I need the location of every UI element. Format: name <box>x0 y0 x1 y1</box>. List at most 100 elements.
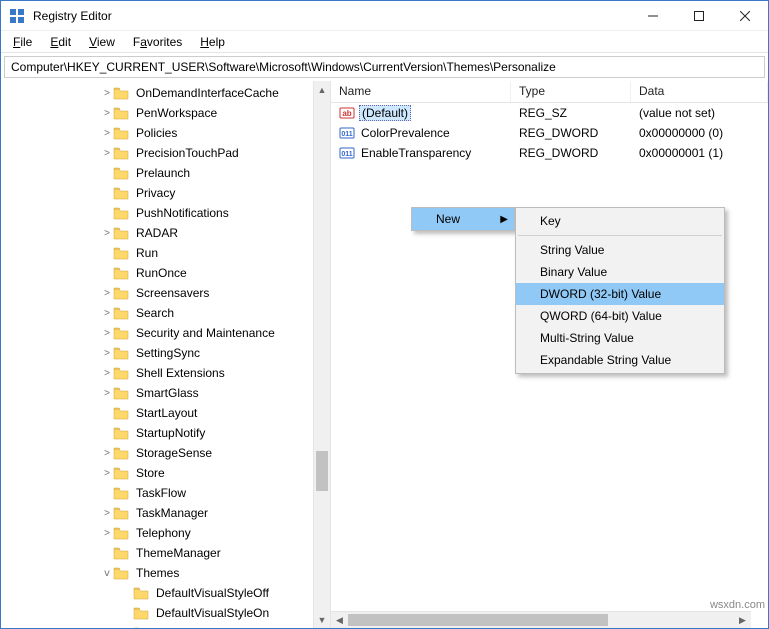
submenu-expandable[interactable]: Expandable String Value <box>516 349 724 371</box>
tree-item-startupnotify[interactable]: StartupNotify <box>1 423 330 443</box>
chevron-right-icon[interactable]: > <box>101 228 113 239</box>
tree-item-privacy[interactable]: Privacy <box>1 183 330 203</box>
menu-view[interactable]: View <box>81 33 123 51</box>
column-header-data[interactable]: Data <box>631 81 768 102</box>
tree-item-label: Screensavers <box>133 286 212 300</box>
tree-item-startlayout[interactable]: StartLayout <box>1 403 330 423</box>
folder-icon <box>113 86 129 100</box>
chevron-right-icon[interactable]: > <box>101 88 113 99</box>
chevron-right-icon[interactable]: > <box>101 128 113 139</box>
menu-file[interactable]: File <box>5 33 40 51</box>
tree-item-pushnotifications[interactable]: PushNotifications <box>1 203 330 223</box>
tree-item-prelaunch[interactable]: Prelaunch <box>1 163 330 183</box>
scroll-up-icon[interactable]: ▲ <box>314 81 330 98</box>
tree-item-search[interactable]: >Search <box>1 303 330 323</box>
chevron-right-icon[interactable]: > <box>101 448 113 459</box>
tree-item-ondemandinterfacecache[interactable]: >OnDemandInterfaceCache <box>1 83 330 103</box>
tree-item-taskmanager[interactable]: > TaskManager <box>1 503 330 523</box>
tree-item-run[interactable]: Run <box>1 243 330 263</box>
menu-favorites[interactable]: Favorites <box>125 33 190 51</box>
tree-item-defaultvisualstyleoff[interactable]: DefaultVisualStyleOff <box>1 583 330 603</box>
scroll-down-icon[interactable]: ▼ <box>314 611 330 628</box>
tree-item-label: StartupNotify <box>133 426 208 440</box>
app-icon <box>9 8 25 24</box>
menubar: File Edit View Favorites Help <box>1 31 768 53</box>
close-button[interactable] <box>722 1 768 31</box>
list-row[interactable]: 011EnableTransparencyREG_DWORD0x00000001… <box>331 143 768 163</box>
tree-item-penworkspace[interactable]: > PenWorkspace <box>1 103 330 123</box>
tree-item-label: SettingSync <box>133 346 203 360</box>
tree-item-screensavers[interactable]: > Screensavers <box>1 283 330 303</box>
list-scrollbar-horizontal[interactable]: ◀ ▶ <box>331 611 751 628</box>
menu-edit[interactable]: Edit <box>42 33 79 51</box>
chevron-right-icon[interactable]: > <box>101 108 113 119</box>
tree-item-radar[interactable]: > RADAR <box>1 223 330 243</box>
submenu-dword-32bit[interactable]: DWORD (32-bit) Value <box>516 283 724 305</box>
tree-item-policies[interactable]: >Policies <box>1 123 330 143</box>
tree-item-label: Run <box>133 246 161 260</box>
chevron-right-icon[interactable]: > <box>101 528 113 539</box>
tree-item-themes[interactable]: ⅴThemes <box>1 563 330 583</box>
submenu-multistring[interactable]: Multi-String Value <box>516 327 724 349</box>
svg-text:011: 011 <box>341 131 352 138</box>
folder-icon <box>113 246 129 260</box>
list-row[interactable]: 011ColorPrevalenceREG_DWORD0x00000000 (0… <box>331 123 768 143</box>
chevron-right-icon[interactable]: > <box>101 388 113 399</box>
maximize-button[interactable] <box>676 1 722 31</box>
chevron-right-icon[interactable]: > <box>101 148 113 159</box>
folder-icon <box>113 186 129 200</box>
folder-icon <box>113 466 129 480</box>
tree-item-security-and-maintenance[interactable]: >Security and Maintenance <box>1 323 330 343</box>
chevron-down-icon[interactable]: ⅴ <box>101 568 113 579</box>
menu-help[interactable]: Help <box>192 33 233 51</box>
tree-item-defaultvisualstyleon[interactable]: DefaultVisualStyleOn <box>1 603 330 623</box>
chevron-right-icon[interactable]: > <box>101 308 113 319</box>
minimize-button[interactable] <box>630 1 676 31</box>
column-header-name[interactable]: Name <box>331 81 511 102</box>
tree-item-storagesense[interactable]: >StorageSense <box>1 443 330 463</box>
tree-item-store[interactable]: >Store <box>1 463 330 483</box>
tree-scrollbar-vertical[interactable]: ▲ ▼ <box>313 81 330 628</box>
tree-item-precisiontouchpad[interactable]: >PrecisionTouchPad <box>1 143 330 163</box>
tree-item-shell-extensions[interactable]: >Shell Extensions <box>1 363 330 383</box>
tree-item-smartglass[interactable]: >SmartGlass <box>1 383 330 403</box>
tree-item-runonce[interactable]: RunOnce <box>1 263 330 283</box>
folder-icon <box>113 266 129 280</box>
chevron-right-icon[interactable]: > <box>101 328 113 339</box>
scroll-right-icon[interactable]: ▶ <box>734 612 751 628</box>
scrollbar-thumb-h[interactable] <box>348 614 608 626</box>
tree-item-label: StartLayout <box>133 406 200 420</box>
folder-icon <box>113 426 129 440</box>
tree-item-taskflow[interactable]: TaskFlow <box>1 483 330 503</box>
folder-icon <box>113 166 129 180</box>
main-area: >OnDemandInterfaceCache>PenWorkspace>Pol… <box>1 81 768 628</box>
address-bar[interactable]: Computer\HKEY_CURRENT_USER\Software\Micr… <box>4 56 765 78</box>
context-menu-new[interactable]: New ▶ <box>412 208 514 230</box>
column-header-type[interactable]: Type <box>511 81 631 102</box>
tree-item-telephony[interactable]: >Telephony <box>1 523 330 543</box>
tree-item-thememanager[interactable]: ThemeManager <box>1 543 330 563</box>
submenu-binary-value[interactable]: Binary Value <box>516 261 724 283</box>
chevron-right-icon[interactable]: > <box>101 508 113 519</box>
chevron-right-icon[interactable]: > <box>101 368 113 379</box>
chevron-right-icon[interactable]: > <box>101 348 113 359</box>
tree-item-label: RADAR <box>133 226 181 240</box>
folder-icon <box>133 626 149 628</box>
tree-item-label: TaskManager <box>133 506 211 520</box>
tree-item-highcontrast[interactable]: HighContrast <box>1 623 330 628</box>
scrollbar-thumb[interactable] <box>316 451 328 491</box>
dword-value-icon: 011 <box>339 145 355 161</box>
scroll-left-icon[interactable]: ◀ <box>331 612 348 628</box>
value-data: 0x00000000 (0) <box>631 126 768 140</box>
tree-item-label: Prelaunch <box>133 166 193 180</box>
chevron-right-icon[interactable]: > <box>101 288 113 299</box>
submenu-qword-64bit[interactable]: QWORD (64-bit) Value <box>516 305 724 327</box>
submenu-string-value[interactable]: String Value <box>516 239 724 261</box>
list-row[interactable]: ab(Default)REG_SZ(value not set) <box>331 103 768 123</box>
submenu-key[interactable]: Key <box>516 210 724 232</box>
chevron-right-icon[interactable]: > <box>101 468 113 479</box>
folder-icon <box>113 526 129 540</box>
tree-item-settingsync[interactable]: > SettingSync <box>1 343 330 363</box>
menu-separator <box>518 235 722 236</box>
tree-item-label: PenWorkspace <box>133 106 220 120</box>
